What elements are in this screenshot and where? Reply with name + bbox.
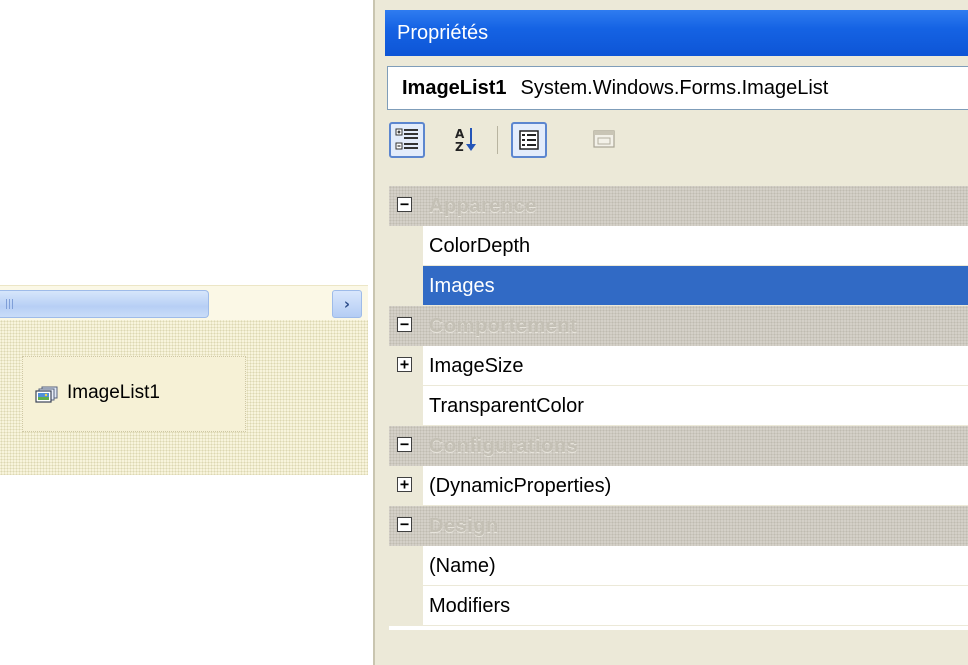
property-row-modifiers[interactable]: Modifiers [389, 586, 968, 626]
component-tray: ImageList1 [0, 320, 368, 475]
property-label: (Name) [429, 555, 496, 577]
property-label: (DynamicProperties) [429, 475, 612, 497]
component-designer: › ImageList1 [0, 0, 373, 665]
property-grid: − Apparence ColorDepth Images − Comporte… [389, 186, 968, 630]
scrollbar-grip-icon [6, 299, 15, 309]
category-label: Configurations [429, 435, 579, 457]
properties-title-bar[interactable]: Propriétés [385, 10, 968, 56]
property-label: ImageSize [429, 355, 524, 377]
category-row-apparence[interactable]: − Apparence [389, 186, 968, 226]
svg-text:A: A [455, 127, 465, 141]
alphabetical-icon: A Z [455, 127, 476, 154]
property-pages-button[interactable] [587, 122, 623, 158]
svg-text:Z: Z [455, 140, 464, 154]
category-row-configurations[interactable]: − Configurations [389, 426, 968, 466]
collapse-icon[interactable]: − [397, 197, 412, 212]
imagelist-icon [35, 386, 58, 403]
scrollbar-thumb[interactable] [0, 290, 209, 318]
horizontal-scrollbar[interactable]: › [0, 285, 368, 321]
object-selector-dropdown[interactable]: ImageList1 System.Windows.Forms.ImageList [387, 66, 968, 110]
row-gutter [389, 546, 423, 586]
property-pages-icon [593, 130, 615, 148]
categorized-icon [395, 128, 418, 150]
tray-component-imagelist[interactable]: ImageList1 [22, 356, 246, 432]
category-row-design[interactable]: − Design [389, 506, 968, 546]
row-gutter [389, 586, 423, 626]
property-row-transparentcolor[interactable]: TransparentColor [389, 386, 968, 426]
category-label: Apparence [429, 195, 537, 217]
property-row-colordepth[interactable]: ColorDepth [389, 226, 968, 266]
row-gutter [389, 226, 423, 266]
property-row-imagesize[interactable]: + ImageSize [389, 346, 968, 386]
row-gutter [389, 266, 423, 306]
property-label: Modifiers [429, 595, 511, 617]
property-label: Images [429, 275, 495, 297]
expand-icon[interactable]: + [397, 357, 412, 372]
property-label: ColorDepth [429, 235, 531, 257]
alphabetical-button[interactable]: A Z [449, 122, 485, 158]
collapse-icon[interactable]: − [397, 437, 412, 452]
category-row-comportement[interactable]: − Comportement [389, 306, 968, 346]
property-row-name[interactable]: (Name) [389, 546, 968, 586]
tray-component-label: ImageList1 [64, 380, 163, 406]
toolbar-separator [497, 126, 498, 154]
properties-icon [519, 130, 539, 150]
chevron-right-icon: › [343, 295, 351, 313]
collapse-icon[interactable]: − [397, 517, 412, 532]
row-gutter [389, 386, 423, 426]
category-label: Design [429, 515, 499, 537]
properties-window: Propriétés ImageList1 System.Windows.Form… [373, 0, 968, 665]
property-label: TransparentColor [429, 395, 584, 417]
object-name: ImageList1 [402, 77, 507, 99]
scroll-right-button[interactable]: › [332, 290, 362, 318]
expand-icon[interactable]: + [397, 477, 412, 492]
collapse-icon[interactable]: − [397, 317, 412, 332]
category-label: Comportement [429, 315, 578, 337]
property-row-images[interactable]: Images [389, 266, 968, 306]
properties-toolbar: A Z [389, 118, 968, 166]
categorized-button[interactable] [389, 122, 425, 158]
object-type: System.Windows.Forms.ImageList [520, 77, 829, 99]
property-row-dynamicproperties[interactable]: + (DynamicProperties) [389, 466, 968, 506]
properties-button[interactable] [511, 122, 547, 158]
